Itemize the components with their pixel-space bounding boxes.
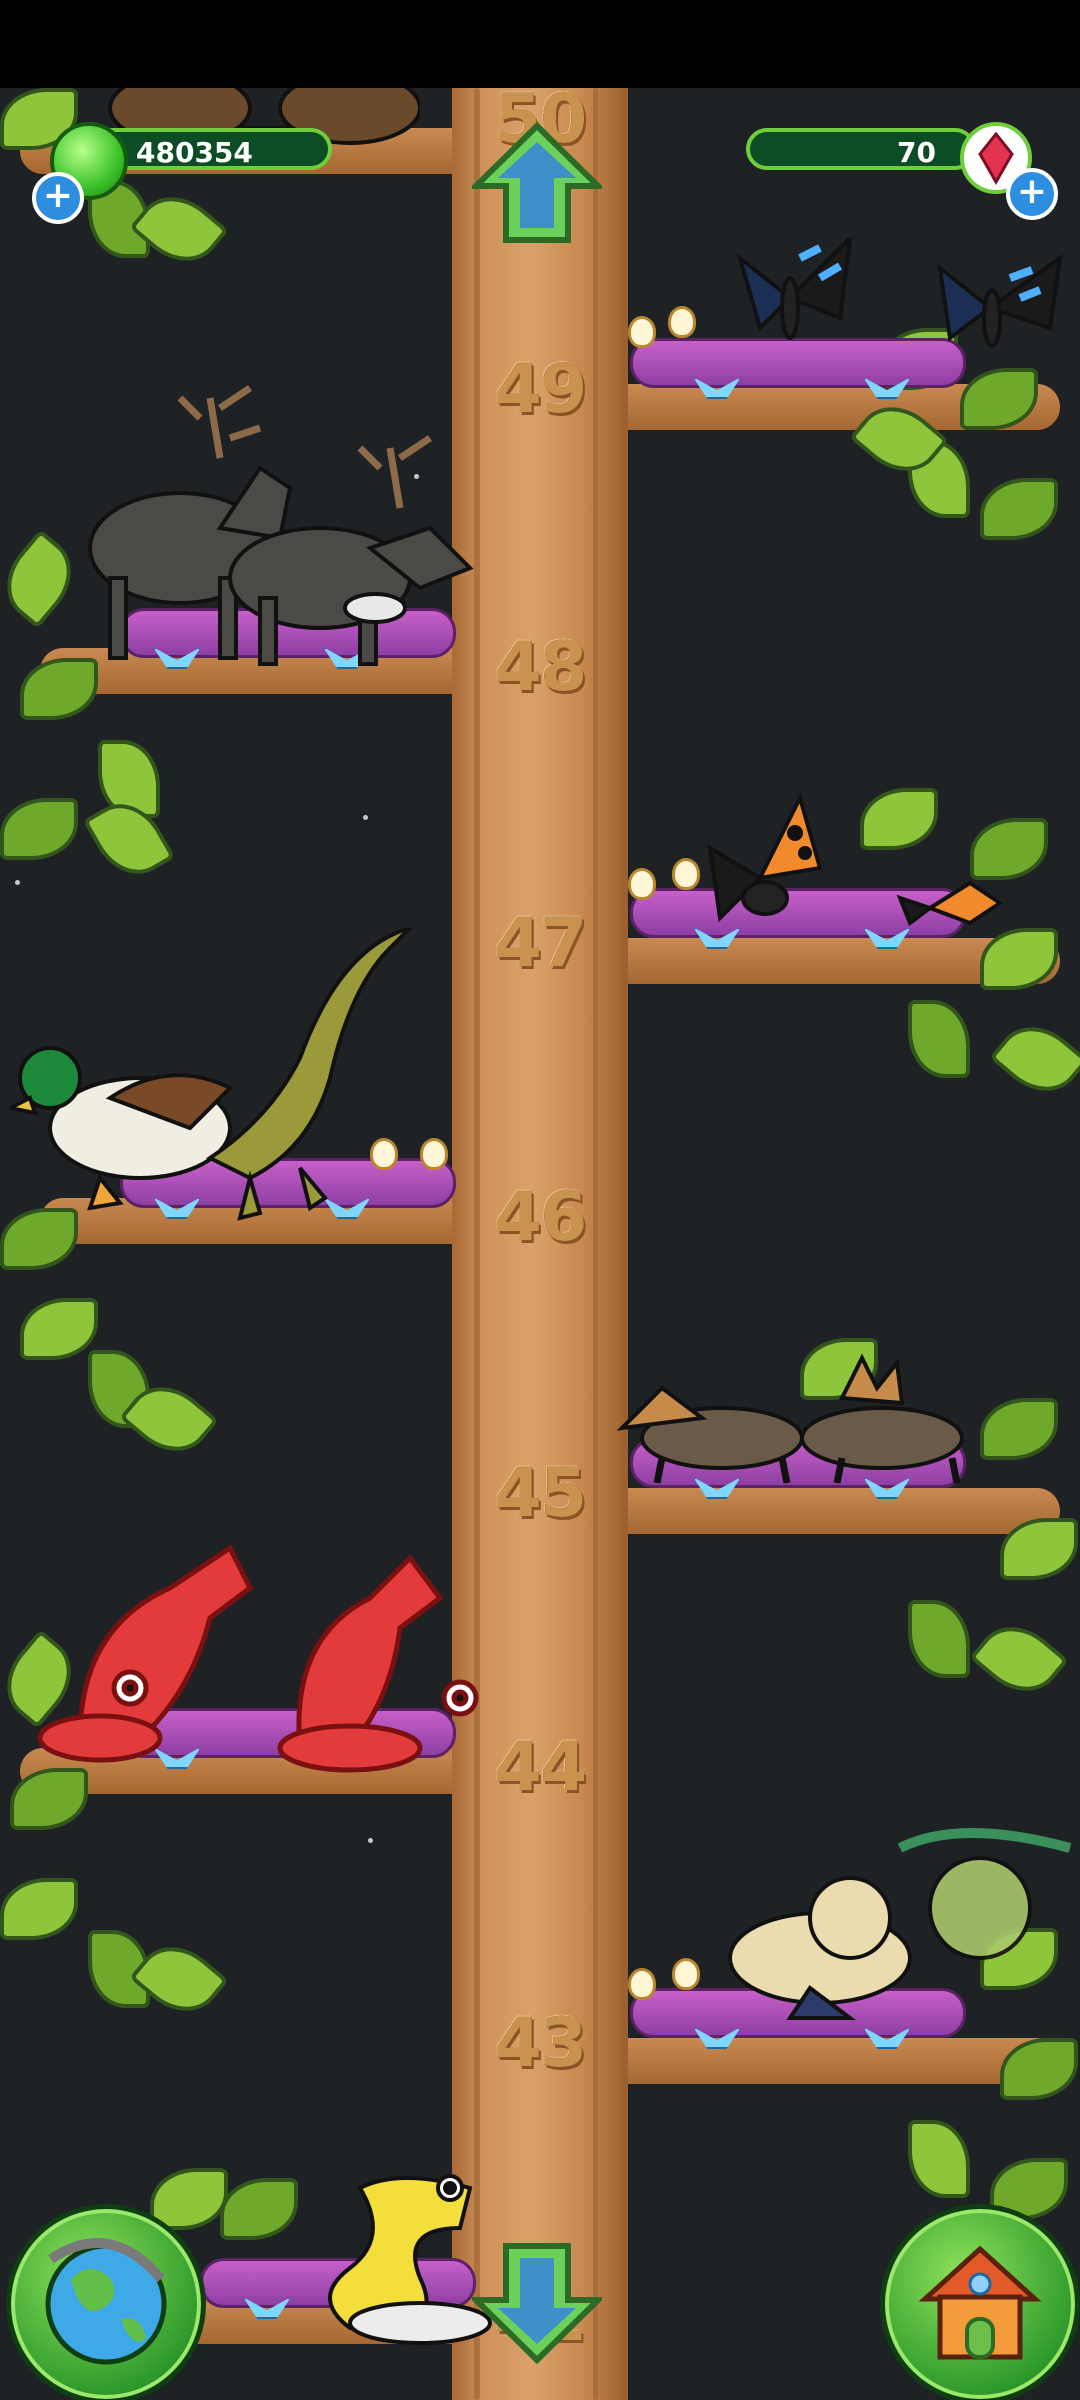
map-globe-button[interactable] (6, 2204, 206, 2400)
add-gem-button[interactable]: + (1006, 168, 1058, 220)
creature-floppy-bunny-and-ghost[interactable] (700, 1828, 1080, 2028)
dna-count: 480354 (136, 136, 253, 169)
star (363, 815, 368, 820)
up-arrow-button[interactable] (472, 120, 602, 250)
add-dna-button[interactable]: + (32, 172, 84, 224)
creature-orange-butterfly-pair[interactable] (690, 788, 1010, 948)
coin-icon[interactable] (628, 868, 656, 900)
gem-counter[interactable]: 70 (746, 128, 976, 170)
star (368, 1838, 373, 1843)
coin-icon[interactable] (668, 306, 696, 338)
up-arrow-icon (472, 121, 602, 243)
creature-butterfly-pair[interactable] (730, 238, 1080, 368)
level-number: 48 (494, 628, 588, 707)
home-button[interactable] (880, 2204, 1080, 2400)
creature-reindeer-pair[interactable] (70, 378, 490, 678)
coin-icon[interactable] (628, 316, 656, 348)
level-number: 46 (494, 1178, 588, 1257)
status-bar (0, 0, 1080, 88)
house-icon (918, 2245, 1042, 2360)
coin-icon[interactable] (628, 1968, 656, 2000)
tree-scene[interactable]: 50 49 48 47 46 45 44 43 42 (0, 88, 1080, 2400)
creature-duck-and-dinosaur[interactable] (10, 928, 480, 1228)
level-number: 49 (494, 350, 588, 429)
down-arrow-icon (472, 2243, 602, 2365)
creature-corgi-pair[interactable] (612, 1348, 1012, 1498)
coin-icon[interactable] (672, 1958, 700, 1990)
gem-count: 70 (897, 136, 936, 169)
level-number: 45 (494, 1454, 588, 1533)
level-number: 43 (494, 2004, 588, 2083)
level-number: 47 (494, 904, 588, 983)
down-arrow-button[interactable] (472, 2236, 602, 2366)
globe-icon (45, 2238, 167, 2365)
creature-lobster-pair[interactable] (20, 1538, 540, 1778)
